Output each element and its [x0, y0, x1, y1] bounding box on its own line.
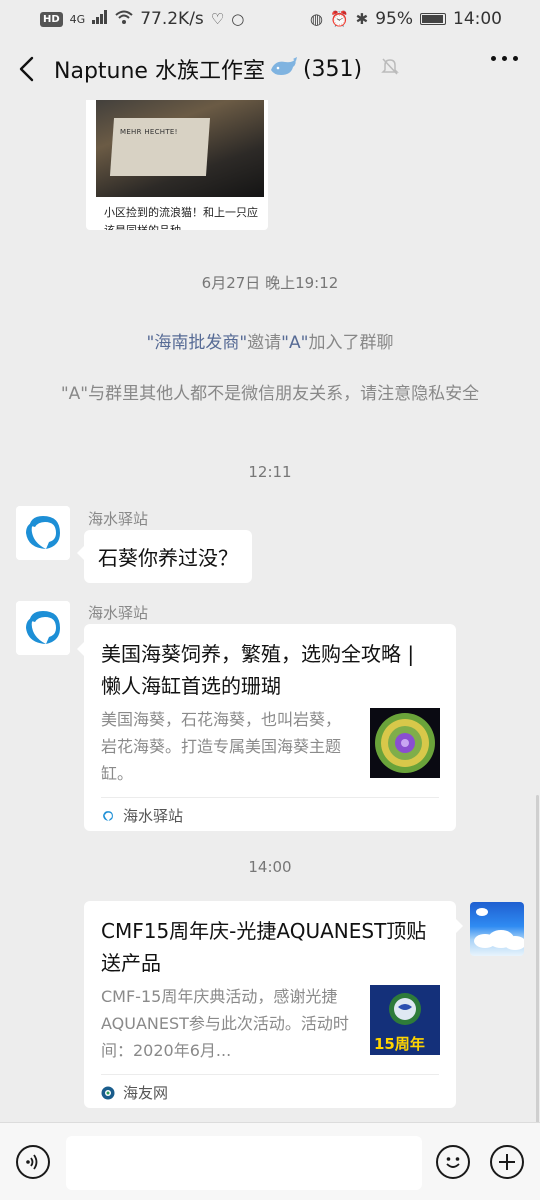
sender-name: 海水驿站 — [88, 604, 149, 622]
dot-icon — [513, 56, 518, 61]
bluetooth-icon: ✱ — [355, 10, 369, 28]
link-card[interactable]: 美国海葵饲养，繁殖，选购全攻略 | 懒人海缸首选的珊瑚 美国海葵，石花海葵，也叫… — [77, 624, 456, 831]
system-message-privacy: "A"与群里其他人都不是微信朋友关系，请注意隐私安全 — [60, 384, 480, 404]
more-functions-button[interactable] — [490, 1145, 524, 1179]
dot-icon — [502, 56, 507, 61]
sync-circle-icon: ○ — [231, 10, 245, 28]
system-message-invite: "海南批发商"邀请"A"加入了群聊 — [40, 330, 500, 356]
speech-logo-icon — [16, 601, 70, 655]
sender-name: 海水驿站 — [88, 510, 149, 528]
chevron-left-icon — [19, 56, 34, 82]
voice-icon — [26, 1154, 38, 1170]
avatar[interactable] — [16, 506, 70, 560]
inviter-link[interactable]: "海南批发商" — [147, 333, 248, 353]
voice-button[interactable] — [16, 1145, 50, 1179]
source-name: 海水驿站 — [123, 807, 184, 825]
emoji-button[interactable] — [436, 1145, 470, 1179]
group-name: Naptune 水族工作室 — [54, 59, 265, 84]
timestamp: 12:11 — [248, 463, 292, 481]
card-divider — [101, 797, 439, 798]
source-name: 海友网 — [123, 1084, 169, 1102]
anemone-thumbnail — [370, 708, 440, 778]
back-button[interactable] — [18, 49, 46, 89]
whale-emoji-icon — [269, 56, 299, 83]
timestamp: 6月27日 晚上19:12 — [201, 274, 339, 292]
message-input[interactable] — [66, 1136, 422, 1190]
card-description: 美国海葵，石花海葵，也叫岩葵，岩花海葵。打造专属美国海葵主题缸。 — [101, 710, 342, 783]
wifi-icon — [115, 10, 133, 28]
anniversary-thumbnail: 15周年 — [370, 985, 440, 1055]
box-label: MEHR HECHTE! — [120, 128, 178, 136]
chat-area[interactable]: MEHR HECHTE! 小区捡到的流浪猫！和上一只应该是同样的品种 6月27日… — [0, 100, 540, 1122]
card-description: CMF-15周年庆典活动，感谢光捷AQUANEST参与此次活动。活动时间：202… — [101, 987, 349, 1060]
vibrate-icon: ◍ — [309, 10, 323, 28]
battery-icon — [420, 13, 446, 25]
invite-verb: 邀请 — [247, 333, 282, 353]
battery-percent: 95% — [375, 9, 413, 29]
thumbnail-text: 15周年 — [374, 1035, 425, 1053]
invitee-link[interactable]: "A" — [281, 333, 308, 353]
invite-suffix: 加入了群聊 — [308, 333, 394, 353]
card-title: 美国海葵饲养，繁殖，选购全攻略 | 懒人海缸首选的珊瑚 — [101, 642, 415, 698]
my-avatar[interactable] — [470, 902, 524, 956]
source-logo-icon — [103, 810, 113, 821]
cardboard-box — [109, 118, 211, 176]
member-count: (351) — [302, 56, 363, 82]
message-bubble[interactable]: 石葵你养过没？ — [77, 530, 252, 583]
alarm-icon: ⏰ — [329, 10, 349, 28]
image-message[interactable]: MEHR HECHTE! 小区捡到的流浪猫！和上一只应该是同样的品种 — [86, 100, 268, 230]
signal-icon — [92, 10, 108, 28]
chat-title: Naptune 水族工作室 (351) — [54, 53, 400, 85]
card-divider — [101, 1074, 439, 1075]
network-speed: 77.2K/s — [140, 9, 204, 29]
card-source: 海水驿站 — [101, 805, 183, 826]
card-source: 海友网 — [101, 1082, 168, 1103]
plus-icon — [499, 1154, 515, 1170]
smiley-icon — [446, 1157, 460, 1168]
network-type: 4G — [69, 12, 86, 26]
source-logo-icon — [101, 1086, 115, 1099]
timestamp: 14:00 — [248, 858, 292, 876]
mute-bell-icon — [380, 56, 400, 82]
clock: 14:00 — [453, 9, 502, 29]
hd-badge: HD — [40, 11, 63, 27]
more-options-button[interactable] — [491, 56, 518, 61]
status-left: HD 4G 77.2K/s ♡ ○ — [40, 9, 244, 29]
avatar[interactable] — [16, 601, 70, 655]
link-card[interactable]: CMF15周年庆-光捷AQUANEST顶贴送产品 CMF-15周年庆典活动，感谢… — [84, 901, 463, 1108]
chat-header: Naptune 水族工作室 (351) — [0, 38, 540, 100]
speech-logo-icon — [16, 506, 70, 560]
dot-icon — [491, 56, 496, 61]
input-bar — [0, 1122, 540, 1200]
scrollbar[interactable] — [536, 795, 539, 1125]
image-caption: 小区捡到的流浪猫！和上一只应该是同样的品种 — [104, 206, 258, 230]
card-title: CMF15周年庆-光捷AQUANEST顶贴送产品 — [101, 919, 427, 975]
status-bar: HD 4G 77.2K/s ♡ ○ ◍ ⏰ ✱ 95% 14:00 — [0, 0, 540, 38]
health-heart-icon: ♡ — [210, 10, 225, 28]
status-right: ◍ ⏰ ✱ 95% 14:00 — [310, 9, 502, 29]
